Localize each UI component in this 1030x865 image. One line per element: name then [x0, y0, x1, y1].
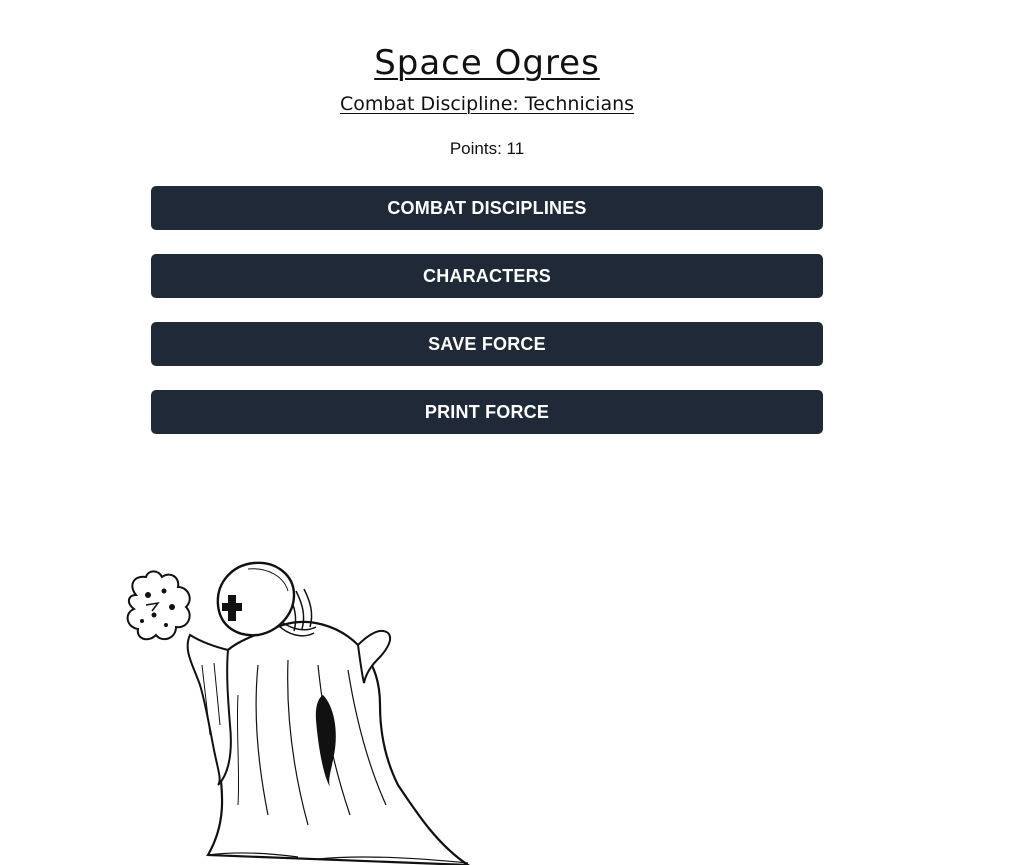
- page-title-text: Space Ogres: [374, 43, 600, 83]
- technician-illustration: [118, 555, 488, 865]
- combat-disciplines-button[interactable]: COMBAT DISCIPLINES: [151, 186, 823, 230]
- army-builder-page: Space Ogres Combat Discipline: Technicia…: [0, 0, 1030, 865]
- save-force-button[interactable]: SAVE FORCE: [151, 322, 823, 366]
- page-title: Space Ogres: [0, 42, 974, 84]
- points-total: Points: 11: [449, 139, 525, 158]
- robed-technician-figure-icon: [126, 561, 470, 865]
- print-force-button[interactable]: PRINT FORCE: [151, 390, 823, 434]
- combat-discipline-subtitle: Combat Discipline: Technicians: [0, 92, 974, 116]
- characters-button[interactable]: CHARACTERS: [151, 254, 823, 298]
- combat-discipline-subtitle-text: Combat Discipline: Technicians: [339, 93, 635, 115]
